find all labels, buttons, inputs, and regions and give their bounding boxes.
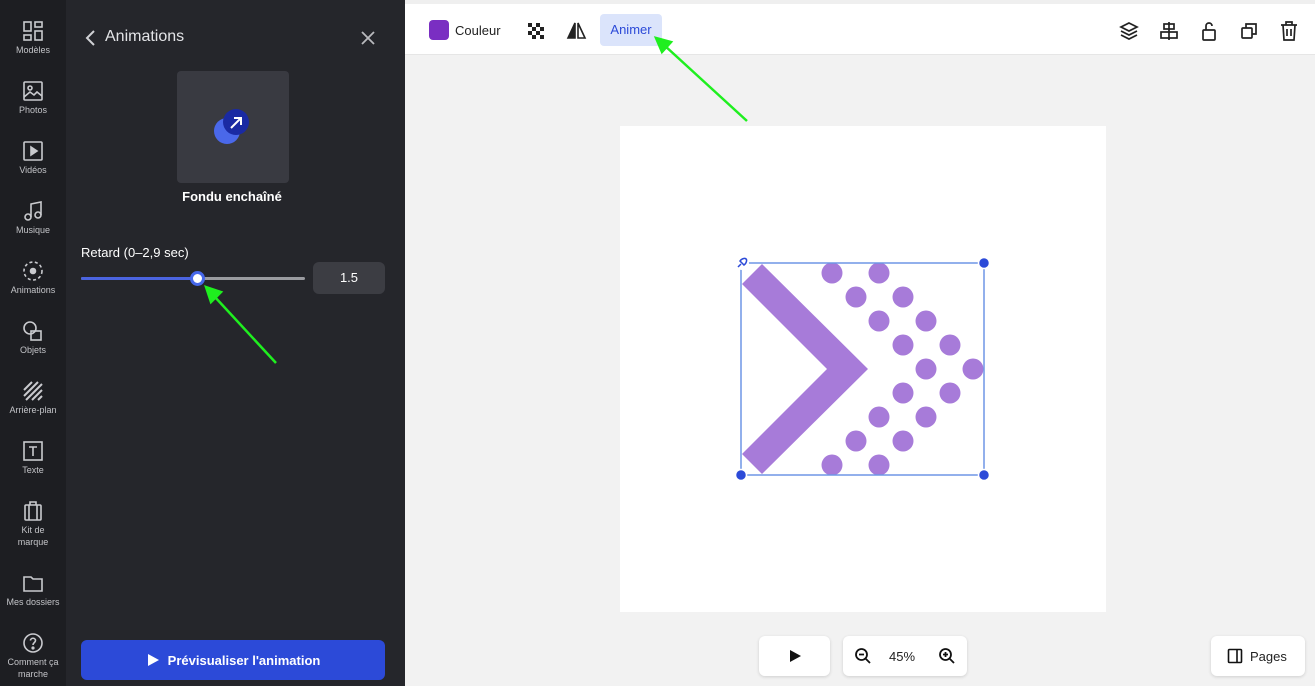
- pages-panel-icon: [1227, 648, 1243, 664]
- close-icon[interactable]: [358, 28, 378, 48]
- workspace: 45% Pages: [405, 55, 1315, 686]
- rail-label: Objets: [19, 345, 46, 355]
- rail-label: Photos: [18, 105, 48, 115]
- rail-item-music[interactable]: Musique: [0, 200, 66, 236]
- rail-label: Vidéos: [19, 165, 47, 175]
- slider-thumb[interactable]: [189, 271, 205, 286]
- color-label[interactable]: Couleur: [455, 23, 501, 38]
- play-icon: [790, 650, 801, 662]
- left-rail: Modèles Photos Vidéos Musique Animations…: [0, 0, 66, 686]
- rail-label: Musique: [15, 225, 51, 235]
- unlock-icon[interactable]: [1198, 20, 1220, 42]
- folder-icon: [23, 576, 43, 592]
- photo-icon: [23, 81, 43, 101]
- rail-label: Arrière-plan: [9, 405, 57, 415]
- preview-animation-button[interactable]: Prévisualiser l'animation: [81, 640, 385, 680]
- animation-thumbnail[interactable]: [177, 71, 289, 183]
- rail-item-brand-kit[interactable]: Kit de marque: [0, 500, 66, 548]
- zoom-level: 45%: [889, 649, 916, 664]
- rail-label: Comment ça marche: [7, 657, 59, 679]
- top-toolbar: Couleur Animer: [405, 0, 1315, 55]
- panel-title: Animations: [105, 28, 185, 45]
- color-swatch[interactable]: [429, 20, 449, 40]
- layers-icon[interactable]: [1118, 20, 1140, 42]
- animation-marker-icon[interactable]: [735, 256, 749, 270]
- rail-label: Texte: [22, 465, 44, 475]
- zoom-in-icon[interactable]: [938, 647, 956, 665]
- flip-icon[interactable]: [565, 20, 587, 42]
- delay-slider[interactable]: [81, 268, 305, 288]
- rail-label: Mes dossiers: [6, 597, 60, 607]
- chevron-dots-shape[interactable]: [620, 126, 1106, 612]
- play-button[interactable]: [759, 636, 830, 676]
- shapes-icon: [23, 321, 42, 341]
- rail-item-objects[interactable]: Objets: [0, 320, 66, 356]
- play-icon: [147, 654, 159, 666]
- align-icon[interactable]: [1158, 20, 1180, 42]
- animation-icon: [23, 261, 43, 281]
- preview-animation-label: Prévisualiser l'animation: [167, 652, 321, 668]
- zoom-out-icon[interactable]: [854, 647, 872, 665]
- rail-item-help[interactable]: Comment ça marche: [0, 632, 66, 680]
- fade-animation-icon: [214, 109, 249, 144]
- help-icon: [23, 633, 43, 653]
- background-icon: [23, 381, 43, 401]
- video-icon: [23, 141, 43, 161]
- animations-panel: Animations Fondu enchaîné Retard (0–2,9 …: [66, 0, 405, 686]
- text-icon: [23, 441, 43, 461]
- rail-item-text[interactable]: Texte: [0, 440, 66, 476]
- delay-label: Retard (0–2,9 sec): [81, 245, 189, 260]
- rail-label: Animations: [10, 285, 56, 295]
- pages-button[interactable]: Pages: [1211, 636, 1305, 676]
- animate-button[interactable]: Animer: [600, 14, 662, 46]
- rail-label: Modèles: [15, 45, 51, 55]
- rail-item-folders[interactable]: Mes dossiers: [0, 572, 66, 608]
- rail-item-templates[interactable]: Modèles: [0, 20, 66, 56]
- delay-value-input[interactable]: [313, 262, 385, 294]
- chevron-left-icon[interactable]: [80, 26, 102, 50]
- rail-item-photos[interactable]: Photos: [0, 80, 66, 116]
- rail-item-background[interactable]: Arrière-plan: [0, 380, 66, 416]
- slider-fill: [81, 277, 197, 280]
- rail-item-videos[interactable]: Vidéos: [0, 140, 66, 176]
- rail-label: Kit de marque: [17, 525, 49, 547]
- trash-icon[interactable]: [1278, 20, 1300, 42]
- pages-label: Pages: [1250, 649, 1287, 664]
- artboard[interactable]: [620, 126, 1106, 612]
- duplicate-icon[interactable]: [1238, 20, 1260, 42]
- templates-icon: [23, 21, 43, 41]
- animation-name: Fondu enchaîné: [182, 189, 282, 204]
- music-icon: [24, 201, 42, 221]
- brand-kit-icon: [24, 501, 42, 521]
- rail-item-animations[interactable]: Animations: [0, 260, 66, 296]
- transparency-icon[interactable]: [525, 20, 547, 42]
- zoom-control: 45%: [843, 636, 967, 676]
